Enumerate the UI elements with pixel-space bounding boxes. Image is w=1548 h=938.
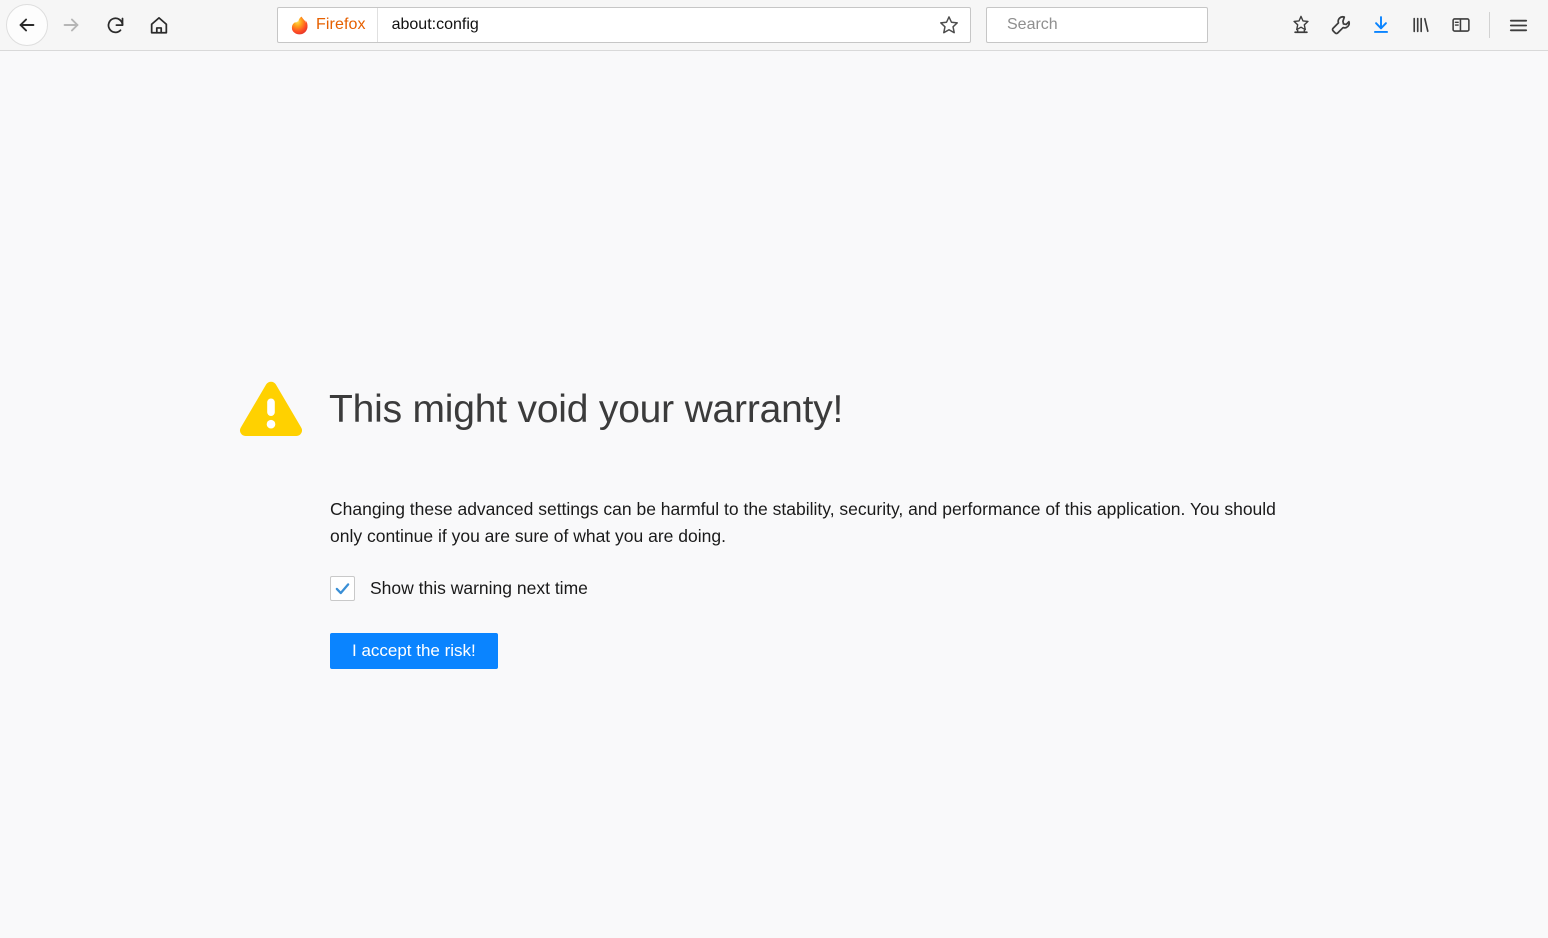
accept-risk-button[interactable]: I accept the risk! bbox=[330, 633, 498, 670]
back-button[interactable] bbox=[6, 4, 48, 46]
checkmark-icon bbox=[335, 583, 350, 595]
arrow-right-icon bbox=[63, 18, 79, 32]
home-icon bbox=[150, 16, 168, 34]
bookmark-star-button[interactable] bbox=[928, 8, 970, 42]
library-icon bbox=[1413, 17, 1429, 33]
navigation-buttons bbox=[0, 4, 179, 46]
identity-box[interactable]: Firefox bbox=[278, 8, 378, 42]
pocket-button[interactable] bbox=[1281, 5, 1321, 45]
show-warning-checkbox[interactable] bbox=[330, 576, 355, 602]
star-icon bbox=[940, 16, 958, 34]
show-warning-checkbox-label: Show this warning next time bbox=[370, 578, 588, 599]
page-title: This might void your warranty! bbox=[329, 387, 844, 431]
warning-body-text: Changing these advanced settings can be … bbox=[330, 499, 1276, 547]
show-warning-checkbox-row[interactable]: Show this warning next time bbox=[330, 576, 588, 602]
search-bar[interactable] bbox=[986, 7, 1214, 43]
wrench-icon bbox=[1331, 15, 1351, 35]
arrow-left-icon bbox=[19, 18, 35, 32]
pocket-icon bbox=[1293, 15, 1309, 34]
toolbar-separator bbox=[1489, 12, 1490, 38]
firefox-logo-icon bbox=[291, 16, 308, 34]
warning-triangle-icon bbox=[240, 381, 302, 437]
home-button[interactable] bbox=[139, 5, 179, 45]
sidebar-icon bbox=[1452, 18, 1470, 32]
toolbar-icon-group bbox=[1281, 5, 1548, 45]
search-input[interactable] bbox=[1007, 8, 1214, 42]
reload-icon bbox=[107, 16, 123, 33]
download-icon bbox=[1373, 16, 1389, 33]
browser-toolbar: Firefox bbox=[0, 0, 1548, 51]
page-content-area: This might void your warranty! Changing … bbox=[0, 52, 1548, 938]
app-menu-button[interactable] bbox=[1498, 5, 1538, 45]
downloads-button[interactable] bbox=[1361, 5, 1401, 45]
warning-header: This might void your warranty! bbox=[239, 380, 1339, 438]
url-input[interactable] bbox=[377, 8, 928, 42]
identity-label: Firefox bbox=[316, 16, 366, 33]
reload-button[interactable] bbox=[95, 5, 135, 45]
sidebar-button[interactable] bbox=[1441, 5, 1481, 45]
library-button[interactable] bbox=[1401, 5, 1441, 45]
menu-icon bbox=[1509, 19, 1527, 31]
url-bar[interactable]: Firefox bbox=[277, 7, 971, 43]
developer-tools-button[interactable] bbox=[1321, 5, 1361, 45]
warranty-warning-block: This might void your warranty! Changing … bbox=[239, 380, 1339, 670]
forward-button[interactable] bbox=[51, 5, 91, 45]
